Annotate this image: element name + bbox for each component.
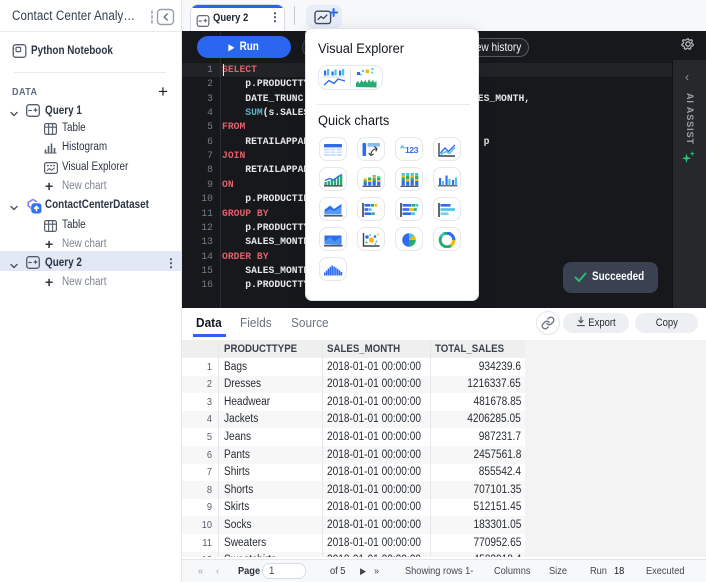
svg-text:123: 123 (405, 144, 419, 154)
